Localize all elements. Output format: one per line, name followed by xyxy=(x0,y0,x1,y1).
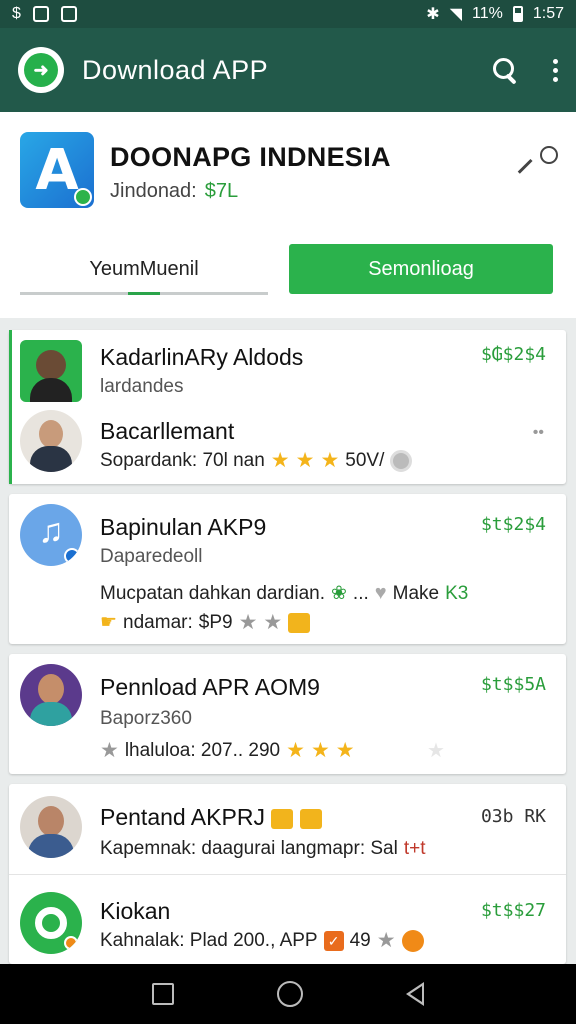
check-icon: ✓ xyxy=(323,930,344,951)
app-sub-price: $7L xyxy=(204,180,239,202)
item-meta-tail: t+t xyxy=(403,838,426,859)
item-meta-row: Kapemnak: daagurai langmapr: Sal t+t xyxy=(100,838,426,860)
star-outline-icon: ★ xyxy=(427,740,445,762)
bluetooth-icon: ✱ xyxy=(426,6,440,23)
tab-left[interactable]: YeumMuenil xyxy=(20,242,268,296)
app-name: DOONAPG INDNESIA xyxy=(110,142,391,172)
star-icon: ★ xyxy=(263,611,283,634)
music-app-icon: ♫ xyxy=(20,504,82,566)
list-card[interactable]: KadarlinARy Aldods lardandes $₲$2$4 Baca… xyxy=(9,330,566,484)
badge-icon xyxy=(74,188,92,206)
item-price: $t$$5A xyxy=(480,674,546,695)
item-desc: Mucpatan dahkan dardian. xyxy=(100,582,325,604)
item-extra-price: $P9 xyxy=(198,611,233,633)
rating-text: 50V/ xyxy=(345,449,385,471)
item-meta-row: Sopardank: 70l nan ★ ★ ★ 50V/ xyxy=(100,448,413,473)
avatar xyxy=(20,410,82,472)
more-horiz-icon[interactable]: •• xyxy=(533,424,544,442)
list-card[interactable]: Pennload APR AOM9 Baporz360 $t$$5A ★ lha… xyxy=(9,654,566,774)
app-notification-icon xyxy=(32,6,49,22)
more-vert-icon[interactable] xyxy=(553,58,558,82)
star-icon: ★ xyxy=(238,611,258,634)
tab-right-button[interactable]: Semonlioag xyxy=(289,244,553,294)
item-title: Bapinulan AKP9 xyxy=(100,514,267,540)
tag-icon xyxy=(288,612,311,633)
app-subtitle: Jindonad: $7L xyxy=(110,180,238,203)
status-bar: $ ✱ ◥ 11% 1:57 xyxy=(0,0,576,28)
avatar xyxy=(20,340,82,402)
battery-icon xyxy=(512,6,523,22)
heart-icon[interactable]: ♥ xyxy=(375,582,387,605)
tab-indicator xyxy=(20,292,268,295)
rating-text: 49 xyxy=(349,929,371,951)
item-price: $t$2$4 xyxy=(480,514,546,535)
mic-icon[interactable] xyxy=(526,146,558,178)
system-nav-bar xyxy=(0,964,576,1024)
battery-percent: 11% xyxy=(472,5,503,22)
item-title: Bacarllemant xyxy=(100,418,235,444)
item-meta: Kahnalak: Plad 200., APP xyxy=(100,929,318,951)
avatar xyxy=(20,664,82,726)
item-meta: Kapemnak: daagurai langmapr: Sal xyxy=(100,838,398,859)
star-icon: ★ xyxy=(320,449,340,472)
gift-icon xyxy=(299,808,322,829)
item-subtitle: Daparedeoll xyxy=(100,546,203,567)
item-extra-row: ☛ ndamar: $P9 ★ ★ xyxy=(100,610,311,635)
star-icon: ★ xyxy=(310,739,330,762)
search-icon[interactable] xyxy=(491,56,519,84)
star-icon: ★ xyxy=(100,739,119,762)
recent-apps-icon[interactable] xyxy=(151,983,174,1005)
item-meta-row: Kahnalak: Plad 200., APP ✓ 49 ★ xyxy=(100,928,424,953)
wifi-icon: ◥ xyxy=(449,6,463,23)
tag-icon xyxy=(271,808,294,829)
hand-icon: ☛ xyxy=(100,612,118,633)
item-desc-tail: Make xyxy=(392,582,440,604)
list-card[interactable]: Pentand AKPRJ 03b RK Kapemnak: daagurai … xyxy=(9,784,566,964)
item-meta: Sopardank: 70l nan xyxy=(100,449,265,471)
home-icon[interactable] xyxy=(276,981,303,1007)
item-title: Pentand AKPRJ xyxy=(100,804,322,831)
item-desc-row: Mucpatan dahkan dardian. ❀ ... ♥ Make K3 xyxy=(100,582,468,605)
item-title-text: Pentand AKPRJ xyxy=(100,804,265,830)
badge-icon xyxy=(401,929,424,952)
leaf-icon: ❀ xyxy=(331,583,347,604)
app-header-card: A DOONAPG INDNESIA Jindonad: $7L YeumMuen… xyxy=(0,112,576,318)
item-subtitle: lardandes xyxy=(100,376,184,397)
app-sub-label: Jindonad: xyxy=(110,180,197,202)
item-title: Pennload APR AOM9 xyxy=(100,674,320,700)
item-meta-row: ★ lhaluloa: 207.. 290 ★ ★ ★ xyxy=(100,738,355,763)
refresh-icon[interactable] xyxy=(390,449,413,472)
app-bar-title: Download APP xyxy=(82,54,269,85)
item-price: 03b RK xyxy=(480,806,546,827)
avatar xyxy=(20,796,82,858)
app-logo-icon: A xyxy=(20,132,94,208)
item-title: Kiokan xyxy=(100,898,171,924)
star-icon: ★ xyxy=(335,739,355,762)
item-extra: ndamar: xyxy=(123,611,193,633)
item-desc-more: ... xyxy=(352,582,369,604)
item-price: $t$$27 xyxy=(480,900,546,921)
star-icon: ★ xyxy=(376,929,396,952)
item-title: KadarlinARy Aldods xyxy=(100,344,304,370)
item-desc-tail2: K3 xyxy=(445,582,469,604)
item-meta: lhaluloa: 207.. 290 xyxy=(124,739,281,761)
app-logo-icon xyxy=(20,892,82,954)
back-icon[interactable] xyxy=(406,982,425,1006)
star-icon: ★ xyxy=(295,449,315,472)
clock: 1:57 xyxy=(532,5,564,22)
download-logo-icon: ➜ xyxy=(18,47,64,93)
app-bar: ➜ Download APP xyxy=(0,28,576,112)
star-icon: ★ xyxy=(270,449,290,472)
list-card[interactable]: ♫ Bapinulan AKP9 Daparedeoll $t$2$4 Mucp… xyxy=(9,494,566,644)
item-price: $₲$2$4 xyxy=(480,344,546,365)
image-notification-icon xyxy=(60,6,77,22)
notification-icon: $ xyxy=(12,5,21,22)
star-icon: ★ xyxy=(286,739,305,762)
item-subtitle: Baporz360 xyxy=(100,708,192,729)
